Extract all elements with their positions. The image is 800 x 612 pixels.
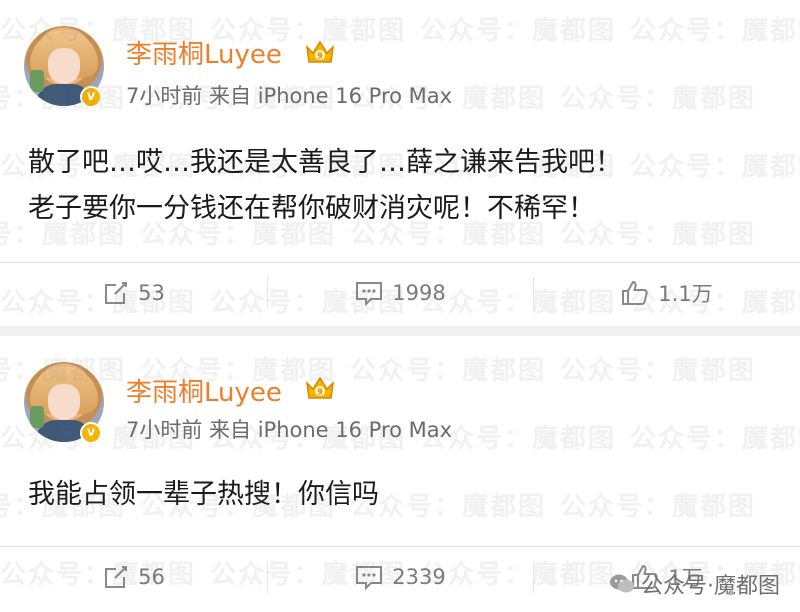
comment-count: 2339 <box>392 565 446 589</box>
weibo-feed: v 李雨桐Luyee 9 7小时前 来自 iPhone 16 Pro Max 散… <box>0 0 800 612</box>
post-meta: 7小时前 来自 iPhone 16 Pro Max <box>126 418 453 442</box>
content-line: 老子要你一分钱还在帮你破财消灾呢！不稀罕！ <box>28 193 595 224</box>
verified-badge-icon: v <box>80 86 102 108</box>
vip-crown-icon: 9 <box>305 376 335 399</box>
comment-button[interactable]: 2339 <box>267 547 533 607</box>
vip-crown-icon: 9 <box>305 40 335 63</box>
svg-text:9: 9 <box>317 388 323 397</box>
thumbs-up-icon <box>622 280 648 305</box>
like-count: 1.1万 <box>658 282 713 306</box>
comment-icon <box>356 282 383 307</box>
wechat-icon <box>610 574 634 593</box>
repost-button[interactable]: 53 <box>0 263 267 323</box>
repost-button[interactable]: 56 <box>0 547 267 607</box>
repost-icon <box>105 282 128 304</box>
comment-count: 1998 <box>392 281 446 305</box>
repost-icon <box>105 566 128 588</box>
post-content: 散了吧…哎…我还是太善良了…薛之谦来告我吧！ 老子要你一分钱还在帮你破财消灾呢！… <box>28 140 768 232</box>
username[interactable]: 李雨桐Luyee <box>126 34 282 71</box>
account-watermark-text: 公众号·魔都图 <box>641 574 780 599</box>
repost-count: 56 <box>138 565 165 589</box>
verified-badge-icon: v <box>80 422 102 444</box>
repost-count: 53 <box>138 281 165 305</box>
post-divider <box>0 326 800 336</box>
post-meta: 7小时前 来自 iPhone 16 Pro Max <box>126 84 453 108</box>
comment-icon <box>356 566 383 591</box>
svg-text:9: 9 <box>317 52 323 61</box>
comment-button[interactable]: 1998 <box>267 263 533 323</box>
post-content: 我能占领一辈子热搜！你信吗 <box>28 472 768 518</box>
account-watermark: 公众号·魔都图 <box>609 568 780 600</box>
weibo-post: v 李雨桐Luyee 9 7小时前 来自 iPhone 16 Pro Max 散… <box>0 0 800 326</box>
action-bar: 53 1998 1.1万 <box>0 262 800 322</box>
content-line: 我能占领一辈子热搜！你信吗 <box>28 479 379 510</box>
username[interactable]: 李雨桐Luyee <box>126 372 282 409</box>
content-line: 散了吧…哎…我还是太善良了…薛之谦来告我吧！ <box>28 147 622 178</box>
like-button[interactable]: 1.1万 <box>533 263 800 323</box>
